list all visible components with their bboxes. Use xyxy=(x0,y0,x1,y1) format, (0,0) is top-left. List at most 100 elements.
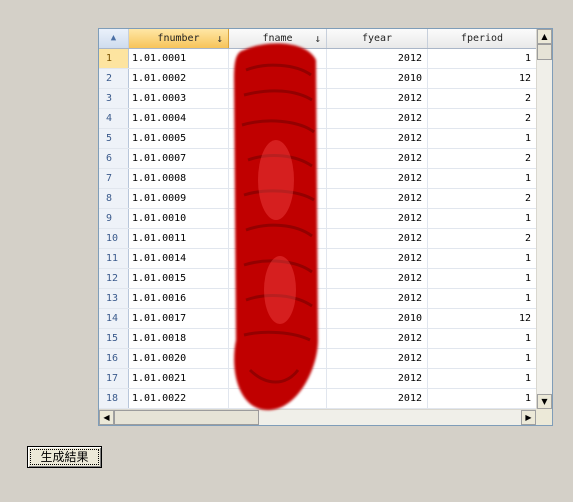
fname-cell[interactable] xyxy=(229,189,327,208)
scroll-down-icon[interactable]: ▼ xyxy=(537,394,552,409)
horizontal-scrollbar[interactable]: ◀ ▶ xyxy=(99,409,536,425)
fyear-cell[interactable]: 2012 xyxy=(327,109,428,128)
horizontal-scroll-thumb[interactable] xyxy=(114,410,259,425)
vertical-scrollbar[interactable]: ▲ ▼ xyxy=(536,29,552,409)
fperiod-cell[interactable]: 1 xyxy=(428,249,537,268)
scroll-left-icon[interactable]: ◀ xyxy=(99,410,114,425)
fyear-cell[interactable]: 2012 xyxy=(327,349,428,368)
fyear-cell[interactable]: 2010 xyxy=(327,69,428,88)
row-number-cell[interactable]: 6 xyxy=(99,149,129,168)
fyear-cell[interactable]: 2012 xyxy=(327,369,428,388)
fnumber-cell[interactable]: 1.01.0002 xyxy=(129,69,229,88)
lock-icon[interactable]: ▲ xyxy=(99,29,129,48)
row-number-cell[interactable]: 8 xyxy=(99,189,129,208)
table-row[interactable]: 6 1.01.0007 2012 2 xyxy=(99,149,537,169)
table-row[interactable]: 11 1.01.0014 2012 1 xyxy=(99,249,537,269)
table-row[interactable]: 4 1.01.0004 2012 2 xyxy=(99,109,537,129)
row-number-cell[interactable]: 18 xyxy=(99,389,129,408)
fnumber-cell[interactable]: 1.01.0017 xyxy=(129,309,229,328)
fperiod-cell[interactable]: 12 xyxy=(428,69,537,88)
fname-cell[interactable] xyxy=(229,129,327,148)
fnumber-cell[interactable]: 1.01.0021 xyxy=(129,369,229,388)
fyear-cell[interactable]: 2012 xyxy=(327,229,428,248)
fname-cell[interactable] xyxy=(229,229,327,248)
table-row[interactable]: 13 1.01.0016 2012 1 xyxy=(99,289,537,309)
fnumber-cell[interactable]: 1.01.0004 xyxy=(129,109,229,128)
table-row[interactable]: 3 1.01.0003 2012 2 xyxy=(99,89,537,109)
table-row[interactable]: 2 1.01.0002 2010 12 xyxy=(99,69,537,89)
vertical-scroll-thumb[interactable] xyxy=(537,44,552,60)
fname-cell[interactable] xyxy=(229,209,327,228)
fperiod-cell[interactable]: 1 xyxy=(428,369,537,388)
fname-cell[interactable] xyxy=(229,149,327,168)
row-number-cell[interactable]: 11 xyxy=(99,249,129,268)
row-number-cell[interactable]: 16 xyxy=(99,349,129,368)
fperiod-cell[interactable]: 1 xyxy=(428,329,537,348)
fperiod-cell[interactable]: 2 xyxy=(428,109,537,128)
column-header-fname[interactable]: fname ↓ xyxy=(229,29,327,48)
data-grid[interactable]: ▲ fnumber ↓ fname ↓ fyear fperiod 1 1.01.… xyxy=(98,28,553,426)
column-header-fperiod[interactable]: fperiod xyxy=(428,29,537,48)
fperiod-cell[interactable]: 2 xyxy=(428,149,537,168)
row-number-cell[interactable]: 2 xyxy=(99,69,129,88)
row-number-cell[interactable]: 15 xyxy=(99,329,129,348)
sort-arrow-icon[interactable]: ↓ xyxy=(216,29,223,48)
scroll-right-icon[interactable]: ▶ xyxy=(521,410,536,425)
row-number-cell[interactable]: 9 xyxy=(99,209,129,228)
generate-results-button[interactable]: 生成結果 xyxy=(27,446,102,468)
table-row[interactable]: 16 1.01.0020 2012 1 xyxy=(99,349,537,369)
fperiod-cell[interactable]: 1 xyxy=(428,49,537,68)
row-number-cell[interactable]: 13 xyxy=(99,289,129,308)
table-row[interactable]: 1 1.01.0001 2012 1 xyxy=(99,49,537,69)
fname-cell[interactable] xyxy=(229,169,327,188)
scroll-up-icon[interactable]: ▲ xyxy=(537,29,552,44)
fperiod-cell[interactable]: 1 xyxy=(428,129,537,148)
fperiod-cell[interactable]: 1 xyxy=(428,349,537,368)
fyear-cell[interactable]: 2012 xyxy=(327,209,428,228)
fnumber-cell[interactable]: 1.01.0003 xyxy=(129,89,229,108)
fperiod-cell[interactable]: 1 xyxy=(428,169,537,188)
fname-cell[interactable] xyxy=(229,389,327,408)
table-row[interactable]: 15 1.01.0018 2012 1 xyxy=(99,329,537,349)
fname-cell[interactable] xyxy=(229,289,327,308)
fyear-cell[interactable]: 2012 xyxy=(327,189,428,208)
fyear-cell[interactable]: 2012 xyxy=(327,129,428,148)
fnumber-cell[interactable]: 1.01.0022 xyxy=(129,389,229,408)
fyear-cell[interactable]: 2012 xyxy=(327,149,428,168)
table-row[interactable]: 18 1.01.0022 2012 1 xyxy=(99,389,537,409)
fnumber-cell[interactable]: 1.01.0009 xyxy=(129,189,229,208)
table-row[interactable]: 12 1.01.0015 2012 1 xyxy=(99,269,537,289)
fyear-cell[interactable]: 2012 xyxy=(327,89,428,108)
fyear-cell[interactable]: 2012 xyxy=(327,249,428,268)
fnumber-cell[interactable]: 1.01.0010 xyxy=(129,209,229,228)
fnumber-cell[interactable]: 1.01.0018 xyxy=(129,329,229,348)
fperiod-cell[interactable]: 1 xyxy=(428,289,537,308)
fname-cell[interactable] xyxy=(229,349,327,368)
fyear-cell[interactable]: 2012 xyxy=(327,389,428,408)
fnumber-cell[interactable]: 1.01.0020 xyxy=(129,349,229,368)
table-row[interactable]: 7 1.01.0008 2012 1 xyxy=(99,169,537,189)
fname-cell[interactable] xyxy=(229,369,327,388)
fname-cell[interactable] xyxy=(229,309,327,328)
fname-cell[interactable] xyxy=(229,109,327,128)
row-number-cell[interactable]: 1 xyxy=(99,49,129,68)
fname-cell[interactable] xyxy=(229,249,327,268)
row-number-cell[interactable]: 3 xyxy=(99,89,129,108)
row-number-cell[interactable]: 4 xyxy=(99,109,129,128)
fname-cell[interactable] xyxy=(229,49,327,68)
row-number-cell[interactable]: 17 xyxy=(99,369,129,388)
fperiod-cell[interactable]: 2 xyxy=(428,189,537,208)
fnumber-cell[interactable]: 1.01.0015 xyxy=(129,269,229,288)
fnumber-cell[interactable]: 1.01.0014 xyxy=(129,249,229,268)
fnumber-cell[interactable]: 1.01.0016 xyxy=(129,289,229,308)
fname-cell[interactable] xyxy=(229,89,327,108)
fyear-cell[interactable]: 2012 xyxy=(327,169,428,188)
fyear-cell[interactable]: 2012 xyxy=(327,289,428,308)
fnumber-cell[interactable]: 1.01.0011 xyxy=(129,229,229,248)
fnumber-cell[interactable]: 1.01.0005 xyxy=(129,129,229,148)
fperiod-cell[interactable]: 2 xyxy=(428,229,537,248)
table-row[interactable]: 9 1.01.0010 2012 1 xyxy=(99,209,537,229)
row-number-cell[interactable]: 12 xyxy=(99,269,129,288)
fyear-cell[interactable]: 2010 xyxy=(327,309,428,328)
fnumber-cell[interactable]: 1.01.0007 xyxy=(129,149,229,168)
